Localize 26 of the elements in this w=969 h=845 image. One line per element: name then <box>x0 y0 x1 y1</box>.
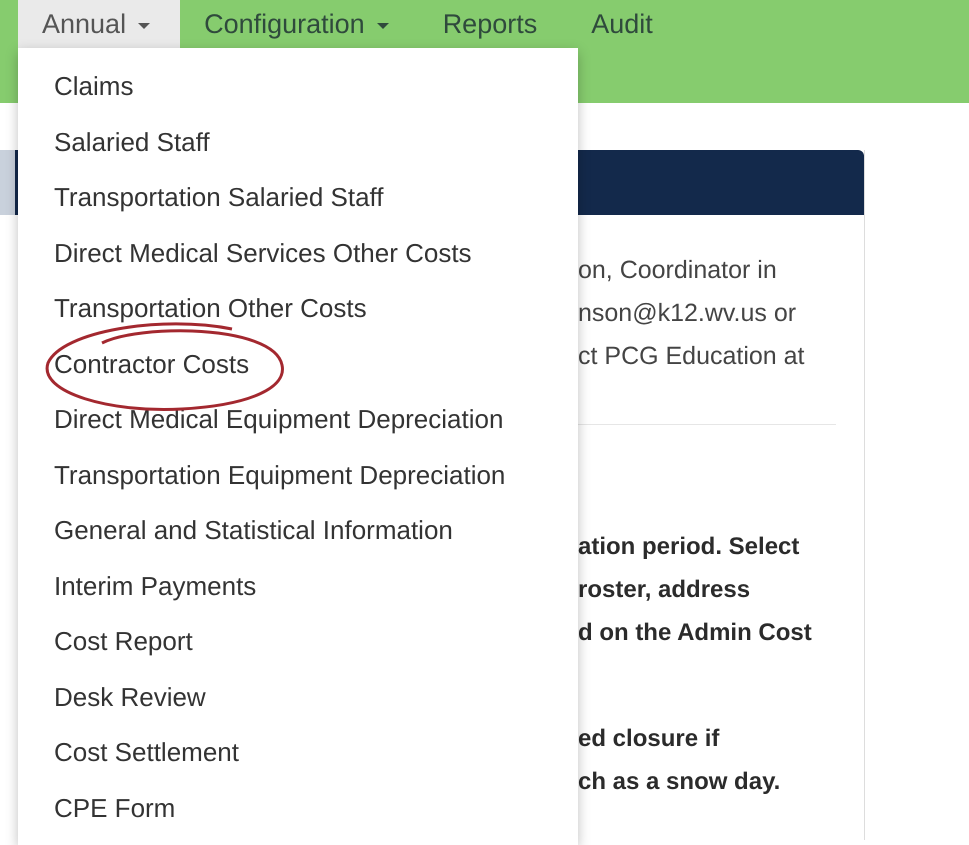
nav-tab[interactable]: Audit <box>567 0 683 48</box>
menu-item[interactable]: Direct Medical Services Other Costs <box>54 238 472 269</box>
paragraph-line: d on the Admin Cost <box>578 618 813 648</box>
paragraph-line: ch as a snow day. <box>578 767 782 797</box>
paragraph-line: ed closure if <box>578 724 720 754</box>
menu-item[interactable]: Contractor Costs <box>54 348 250 380</box>
menu-item[interactable]: Desk Review <box>54 682 206 713</box>
menu-item[interactable]: Transportation Equipment Depreciation <box>54 460 506 491</box>
nav-tab[interactable]: Reports <box>418 0 568 48</box>
menu-item[interactable]: Cost Settlement <box>54 737 239 768</box>
menu-item[interactable]: Cost Report <box>54 626 193 658</box>
menu-item[interactable]: Transportation Other Costs <box>54 293 367 324</box>
paragraph-line: nson@k12.wv.us or <box>578 298 798 329</box>
menu-item[interactable]: Transportation Salaried Staff <box>54 182 384 214</box>
nav-tab[interactable]: Annual <box>18 0 180 48</box>
menu-item[interactable]: Interim Payments <box>54 570 256 602</box>
menu-item[interactable]: CPE Form <box>54 792 176 824</box>
menu-item[interactable]: Claims <box>54 71 134 102</box>
paragraph-line: ct PCG Education at <box>578 341 806 372</box>
menu-item[interactable]: General and Statistical Information <box>54 515 453 546</box>
menu-item[interactable]: Direct Medical Equipment Depreciation <box>54 404 504 436</box>
nav-tab[interactable]: Configuration <box>180 0 419 48</box>
paragraph-line: ation period. Select <box>578 532 800 562</box>
menu-item[interactable]: Salaried Staff <box>54 126 210 158</box>
paragraph-line: roster, address <box>578 575 752 605</box>
paragraph-line: on, Coordinator in <box>578 255 778 286</box>
